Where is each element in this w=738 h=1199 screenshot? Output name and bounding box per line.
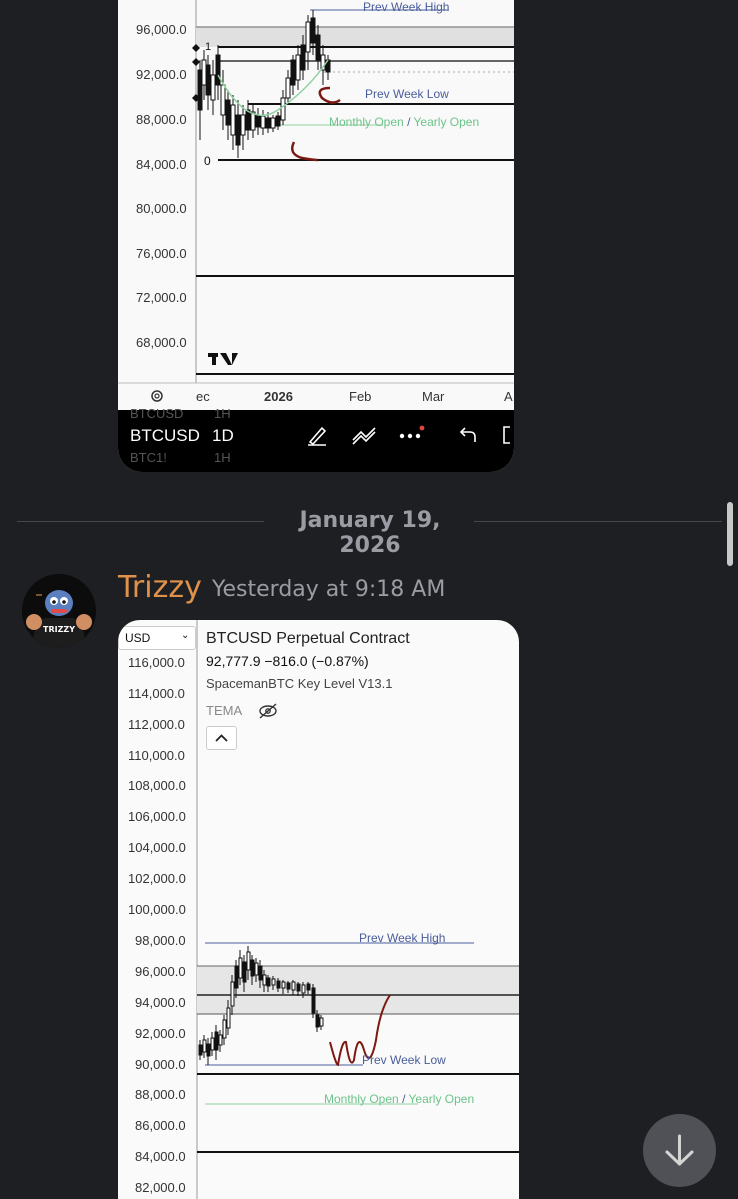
y-axis-label: 96,000.0 [135, 964, 186, 979]
ghost-timeframe: 1H [214, 406, 231, 421]
chart-card-2[interactable]: USD ⌄ 116,000.0 114,000.0 112,000.0 110,… [118, 620, 519, 1199]
y-axis-label: 100,000.0 [128, 902, 186, 917]
chart-card-1[interactable]: 96,000.0 92,000.0 88,000.0 84,000.0 80,0… [118, 0, 514, 472]
tradingview-logo-icon [208, 353, 238, 365]
x-axis-label: A [504, 389, 513, 404]
chart-toolbar: BTCUSD 1H BTCUSD 1D BTC1! 1H [118, 406, 514, 472]
y-axis-label: 88,000.0 [135, 1087, 186, 1102]
prev-week-low-label: Prev Week Low [362, 1053, 446, 1067]
hand-annotation [291, 141, 319, 162]
y-axis-label: 106,000.0 [128, 809, 186, 824]
expand-icon[interactable] [500, 424, 514, 446]
indicator-label-tema[interactable]: TEMA [206, 703, 242, 718]
username[interactable]: Trizzy [118, 570, 202, 605]
avatar[interactable]: TRIZZY [22, 574, 96, 648]
timestamp: Yesterday at 9:18 AM [212, 577, 446, 602]
yearly-open-label: Yearly Open [408, 1092, 475, 1106]
symbol-title[interactable]: BTCUSD Perpetual Contract [206, 630, 410, 648]
prev-week-high-label: Prev Week High [359, 931, 446, 945]
key-level-zone [196, 27, 514, 47]
y-axis-label: 98,000.0 [135, 933, 186, 948]
y-axis-label: 90,000.0 [135, 1057, 186, 1072]
timeframe-button[interactable]: 1D [212, 426, 234, 446]
x-axis-label: 2026 [264, 389, 293, 404]
monthly-yearly-open-label: Monthly Open / Yearly Open [324, 1092, 474, 1106]
arrow-down-icon [665, 1134, 694, 1166]
y-axis-label: 114,000.0 [128, 686, 185, 701]
symbol-button[interactable]: BTCUSD [130, 426, 200, 446]
prev-week-low-label: Prev Week Low [365, 87, 449, 101]
y-axis-label: 104,000.0 [128, 840, 186, 855]
y-axis-label: 94,000.0 [135, 995, 186, 1010]
fib-zero-label: 0 [204, 154, 211, 168]
y-axis-label: 84,000.0 [135, 1149, 186, 1164]
yearly-open-label: Yearly Open [413, 115, 480, 129]
date-divider: January 19, 2026 [299, 508, 441, 558]
divider-line-right [474, 521, 722, 522]
y-axis-label: 92,000.0 [135, 1026, 186, 1041]
divider-line-left [17, 521, 264, 522]
eye-slash-icon[interactable] [257, 702, 279, 720]
avatar-text: TRIZZY [43, 625, 75, 634]
y-axis-label: 86,000.0 [135, 1118, 186, 1133]
scrollbar-thumb[interactable] [727, 502, 733, 566]
y-axis-label: 110,000.0 [128, 748, 185, 763]
monthly-open-label: Monthly Open [324, 1092, 399, 1106]
prev-week-high-label: Prev Week High [363, 0, 450, 14]
y-axis-label: 102,000.0 [128, 871, 186, 886]
more-icon[interactable] [398, 424, 426, 446]
ghost-ticker: BTCUSD [130, 406, 184, 421]
y-axis-label: 108,000.0 [128, 778, 186, 793]
indicators-icon[interactable] [351, 424, 377, 446]
hand-annotation [318, 86, 341, 104]
x-axis-label: Mar [422, 389, 445, 404]
y-axis-label: 82,000.0 [135, 1180, 186, 1195]
gear-icon[interactable] [149, 388, 165, 404]
monthly-yearly-open-label: Monthly Open / Yearly Open [329, 115, 479, 129]
x-axis-label: ec [196, 389, 210, 404]
price-line: 92,777.9 −816.0 (−0.87%) [206, 653, 369, 669]
monthly-open-label: Monthly Open [329, 115, 404, 129]
y-axis-label: 112,000.0 [128, 717, 185, 732]
price-chart-1[interactable] [118, 0, 514, 410]
indicator-label[interactable]: SpacemanBTC Key Level V13.1 [206, 676, 392, 691]
chevron-up-icon [215, 734, 228, 742]
separator: / [407, 115, 411, 129]
pen-icon[interactable] [306, 424, 328, 446]
y-axis-label: 116,000.0 [128, 655, 185, 670]
x-axis-label: Feb [349, 389, 372, 404]
ghost-ticker: BTC1! [130, 450, 167, 465]
scroll-to-bottom-button[interactable] [643, 1114, 716, 1187]
undo-icon[interactable] [456, 424, 478, 446]
separator: / [402, 1092, 406, 1106]
level-marker [192, 58, 200, 66]
fib-one-label: 1 [205, 41, 212, 53]
collapse-button[interactable] [206, 726, 237, 750]
ghost-timeframe: 1H [214, 450, 231, 465]
avatar-image [22, 574, 96, 648]
